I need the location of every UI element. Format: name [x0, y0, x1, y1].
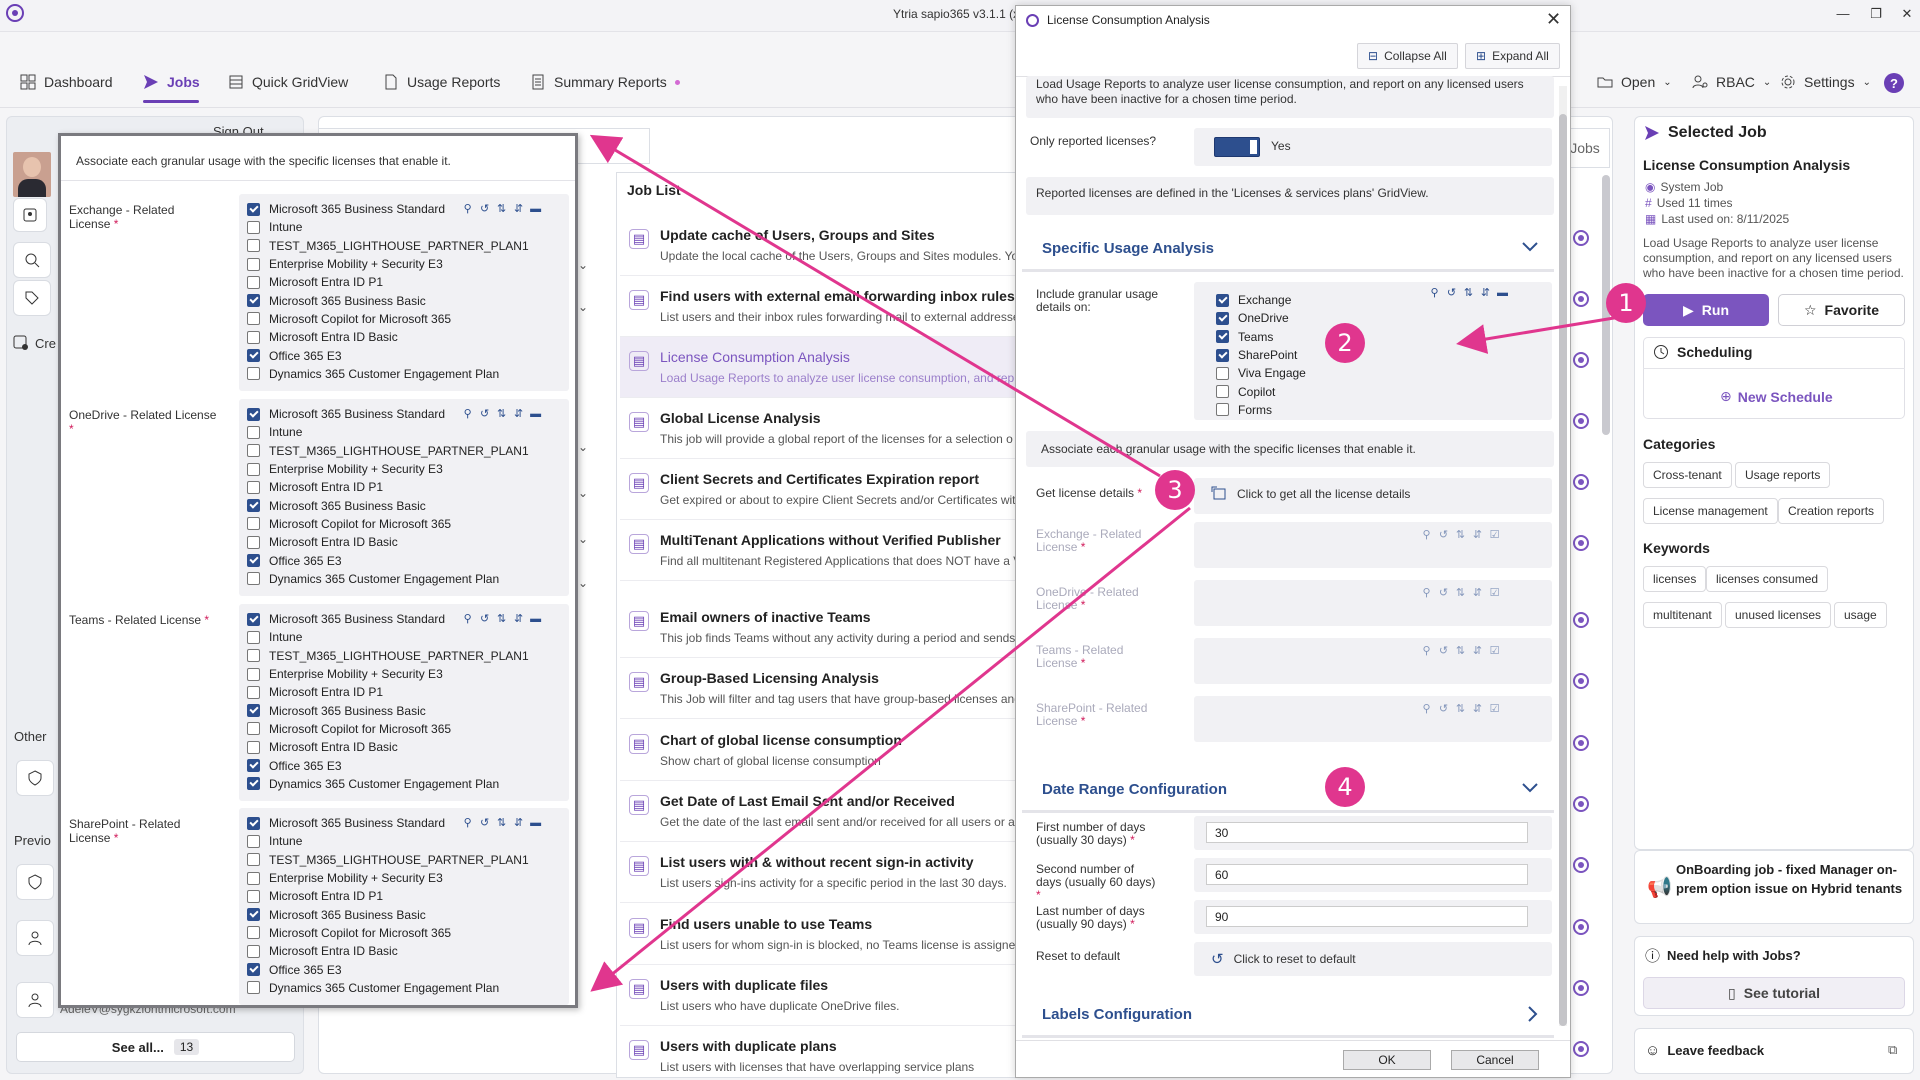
annotation-badge-1: 1 [1606, 283, 1646, 323]
arrow-3-up [589, 134, 1161, 478]
annotation-badge-2: 2 [1325, 323, 1365, 363]
arrow-3-down [590, 506, 1191, 992]
annotation-arrows [589, 134, 1621, 992]
annotation-badge-4: 4 [1325, 767, 1365, 807]
annotation-badge-3: 3 [1155, 470, 1195, 510]
arrow-1 [1456, 315, 1621, 354]
